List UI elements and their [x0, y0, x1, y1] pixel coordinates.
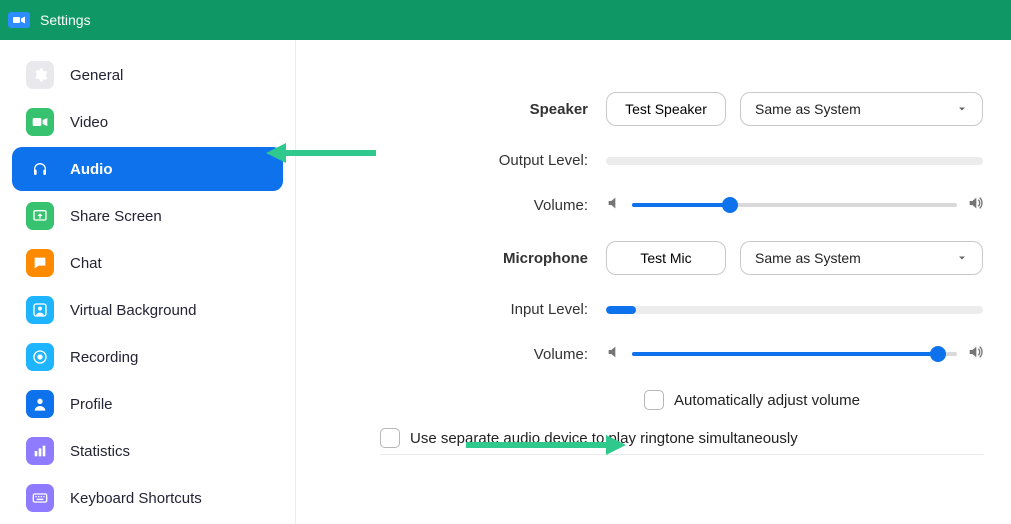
- annotation-arrow: [466, 432, 626, 462]
- speaker-device-select[interactable]: Same as System: [740, 92, 983, 126]
- sidebar-item-label: Video: [70, 114, 108, 131]
- sidebar-item-share-screen[interactable]: Share Screen: [12, 194, 283, 238]
- audio-settings-panel: Speaker Test Speaker Same as System Outp…: [296, 40, 1011, 524]
- sidebar-item-label: Chat: [70, 255, 102, 272]
- statistics-icon: [26, 437, 54, 465]
- mic-input-level-meter: [606, 306, 983, 314]
- share-screen-icon: [26, 202, 54, 230]
- chevron-down-icon: [956, 103, 968, 115]
- sidebar-item-label: Recording: [70, 349, 138, 366]
- video-icon: [26, 108, 54, 136]
- mic-volume-label: Volume:: [336, 346, 606, 363]
- chat-icon: [26, 249, 54, 277]
- headphones-icon: [26, 155, 54, 183]
- microphone-section-title: Microphone: [336, 250, 606, 267]
- auto-adjust-volume-checkbox[interactable]: [644, 390, 664, 410]
- sidebar-item-label: General: [70, 67, 123, 84]
- volume-high-icon: [967, 195, 983, 215]
- sidebar-item-label: Share Screen: [70, 208, 162, 225]
- sidebar-item-label: Profile: [70, 396, 113, 413]
- virtual-background-icon: [26, 296, 54, 324]
- volume-high-icon: [967, 344, 983, 364]
- sidebar-item-chat[interactable]: Chat: [12, 241, 283, 285]
- chevron-down-icon: [956, 252, 968, 264]
- sidebar-item-profile[interactable]: Profile: [12, 382, 283, 426]
- mic-device-value: Same as System: [755, 250, 861, 266]
- test-mic-button[interactable]: Test Mic: [606, 241, 726, 275]
- sidebar-item-virtual-background[interactable]: Virtual Background: [12, 288, 283, 332]
- speaker-output-level-meter: [606, 157, 983, 165]
- separate-ringtone-device-checkbox[interactable]: [380, 428, 400, 448]
- annotation-arrow: [266, 140, 376, 170]
- sidebar-item-label: Keyboard Shortcuts: [70, 490, 202, 507]
- sidebar-item-statistics[interactable]: Statistics: [12, 429, 283, 473]
- mic-volume-slider[interactable]: [606, 344, 983, 364]
- app-icon: [8, 12, 30, 28]
- gear-icon: [26, 61, 54, 89]
- output-level-label: Output Level:: [336, 152, 606, 169]
- profile-icon: [26, 390, 54, 418]
- sidebar-item-keyboard-shortcuts[interactable]: Keyboard Shortcuts: [12, 476, 283, 520]
- settings-sidebar: General Video Audio Share Screen Chat: [0, 40, 296, 524]
- window-title: Settings: [40, 12, 91, 28]
- speaker-volume-label: Volume:: [336, 197, 606, 214]
- sidebar-item-label: Audio: [70, 161, 113, 178]
- sidebar-item-video[interactable]: Video: [12, 100, 283, 144]
- sidebar-item-general[interactable]: General: [12, 53, 283, 97]
- sidebar-item-recording[interactable]: Recording: [12, 335, 283, 379]
- speaker-section-title: Speaker: [336, 101, 606, 118]
- recording-icon: [26, 343, 54, 371]
- sidebar-item-label: Statistics: [70, 443, 130, 460]
- keyboard-icon: [26, 484, 54, 512]
- mic-device-select[interactable]: Same as System: [740, 241, 983, 275]
- test-speaker-button[interactable]: Test Speaker: [606, 92, 726, 126]
- volume-low-icon: [606, 344, 622, 364]
- speaker-device-value: Same as System: [755, 101, 861, 117]
- input-level-label: Input Level:: [336, 301, 606, 318]
- auto-adjust-volume-label: Automatically adjust volume: [674, 392, 860, 409]
- volume-low-icon: [606, 195, 622, 215]
- titlebar: Settings: [0, 0, 1011, 40]
- sidebar-item-audio[interactable]: Audio: [12, 147, 283, 191]
- sidebar-item-label: Virtual Background: [70, 302, 196, 319]
- speaker-volume-slider[interactable]: [606, 195, 983, 215]
